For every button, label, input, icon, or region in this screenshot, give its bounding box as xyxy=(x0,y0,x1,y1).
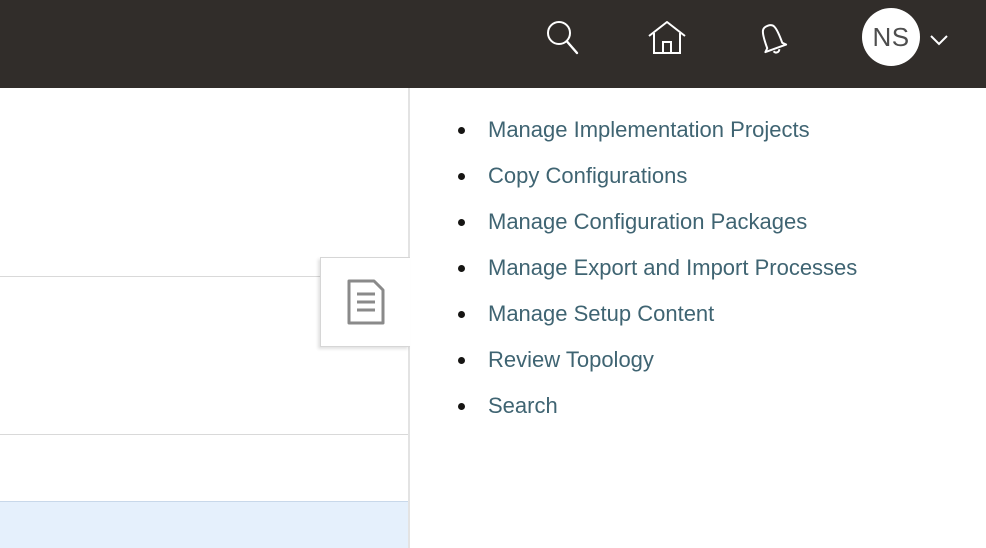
tasks-list: Manage Implementation Projects Copy Conf… xyxy=(458,114,857,436)
search-icon xyxy=(547,21,579,55)
avatar-initials: NS xyxy=(872,21,910,52)
avatar[interactable]: NS xyxy=(862,8,920,66)
divider xyxy=(0,434,408,435)
list-item: Review Topology xyxy=(458,344,857,390)
list-item: Manage Export and Import Processes xyxy=(458,252,857,298)
bullet xyxy=(458,357,465,364)
tasks-drawer-tab[interactable] xyxy=(320,257,410,347)
notifications-button[interactable] xyxy=(748,14,796,62)
task-link-copy-configurations[interactable]: Copy Configurations xyxy=(488,163,687,188)
search-button[interactable] xyxy=(539,14,587,62)
bullet xyxy=(458,403,465,410)
bullet xyxy=(458,219,465,226)
user-menu-toggle[interactable] xyxy=(928,30,950,50)
task-link-manage-configuration-packages[interactable]: Manage Configuration Packages xyxy=(488,209,807,234)
bullet xyxy=(458,173,465,180)
bullet xyxy=(458,127,465,134)
task-link-manage-implementation-projects[interactable]: Manage Implementation Projects xyxy=(488,117,810,142)
bell-icon xyxy=(761,24,788,54)
document-list-icon xyxy=(347,279,384,325)
tasks-drawer: Manage Implementation Projects Copy Conf… xyxy=(408,88,986,548)
home-icon xyxy=(648,21,686,54)
chevron-down-icon xyxy=(930,35,948,46)
top-bar: NS xyxy=(0,0,986,88)
list-item: Copy Configurations xyxy=(458,160,857,206)
task-link-manage-export-import-processes[interactable]: Manage Export and Import Processes xyxy=(488,255,857,280)
task-link-search[interactable]: Search xyxy=(488,393,558,418)
table-row[interactable] xyxy=(0,501,408,548)
task-link-manage-setup-content[interactable]: Manage Setup Content xyxy=(488,301,714,326)
home-button[interactable] xyxy=(643,14,691,62)
list-item: Manage Configuration Packages xyxy=(458,206,857,252)
task-link-review-topology[interactable]: Review Topology xyxy=(488,347,654,372)
list-item: Manage Setup Content xyxy=(458,298,857,344)
list-item: Manage Implementation Projects xyxy=(458,114,857,160)
list-item: Search xyxy=(458,390,857,436)
bullet xyxy=(458,311,465,318)
bullet xyxy=(458,265,465,272)
